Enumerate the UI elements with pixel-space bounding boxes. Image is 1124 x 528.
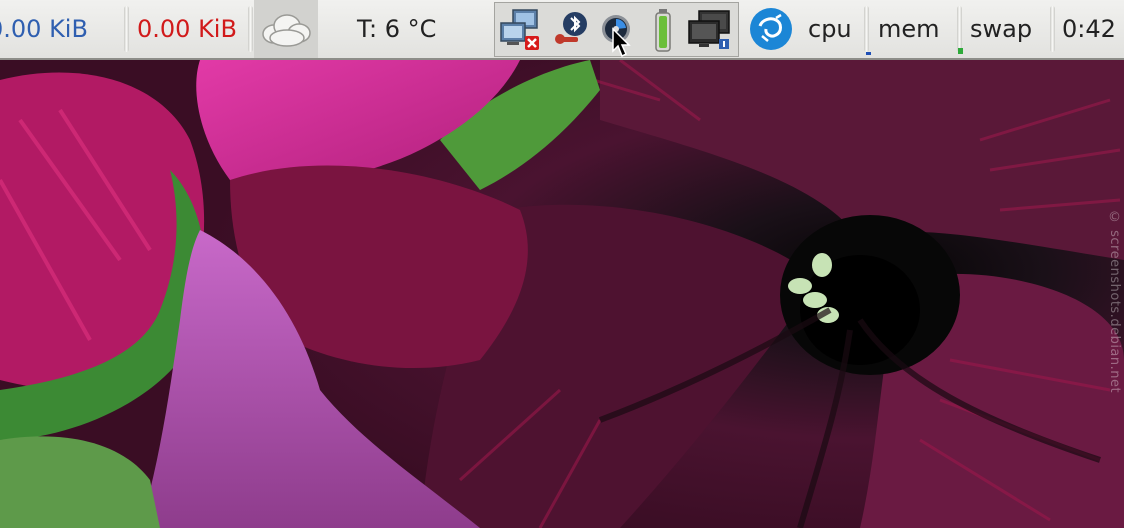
desktop-wallpaper: © screenshots.debian.net: [0, 60, 1124, 528]
cpu-monitor[interactable]: cpu: [808, 0, 852, 58]
battery-icon[interactable]: [653, 8, 673, 54]
panel-separator: [248, 6, 253, 52]
temperature-display[interactable]: T: 6 °C: [357, 0, 436, 58]
top-panel: 0.00 KiB 0.00 KiB T: 6 °C: [0, 0, 1124, 60]
clock[interactable]: 0:42: [1062, 0, 1116, 58]
net-upload-monitor[interactable]: 0.00 KiB: [137, 0, 237, 58]
system-tray: [494, 2, 739, 58]
flower-photo: [0, 60, 1124, 528]
clock-time: 0:42: [1062, 15, 1116, 43]
weather-applet[interactable]: [254, 0, 318, 58]
panel-separator: [1050, 6, 1055, 52]
swap-monitor[interactable]: swap: [970, 0, 1032, 58]
memory-monitor[interactable]: mem: [878, 0, 940, 58]
debian-swirl-icon: [750, 8, 792, 50]
bluetooth-icon[interactable]: [553, 9, 589, 49]
panel-separator: [864, 6, 869, 52]
swap-label: swap: [970, 15, 1033, 43]
cloud-icon: [262, 14, 311, 47]
display-monitor-icon[interactable]: [687, 9, 733, 51]
mem-label: mem: [878, 15, 940, 43]
net-upload-value: 0.00 KiB: [137, 15, 237, 43]
network-disconnected-icon[interactable]: [499, 7, 545, 53]
watermark-text: © screenshots.debian.net: [1107, 210, 1122, 394]
net-download-monitor[interactable]: 0.00 KiB: [0, 0, 88, 58]
mouse-cursor-icon: [612, 27, 631, 58]
temperature-value: T: 6 °C: [357, 15, 437, 43]
cpu-usage-indicator: [866, 52, 871, 55]
panel-separator: [957, 6, 962, 52]
cpu-label: cpu: [808, 15, 852, 43]
launcher-button[interactable]: [748, 0, 794, 58]
swap-usage-indicator: [958, 48, 963, 54]
net-download-value: 0.00 KiB: [0, 15, 88, 43]
panel-separator: [124, 6, 129, 52]
